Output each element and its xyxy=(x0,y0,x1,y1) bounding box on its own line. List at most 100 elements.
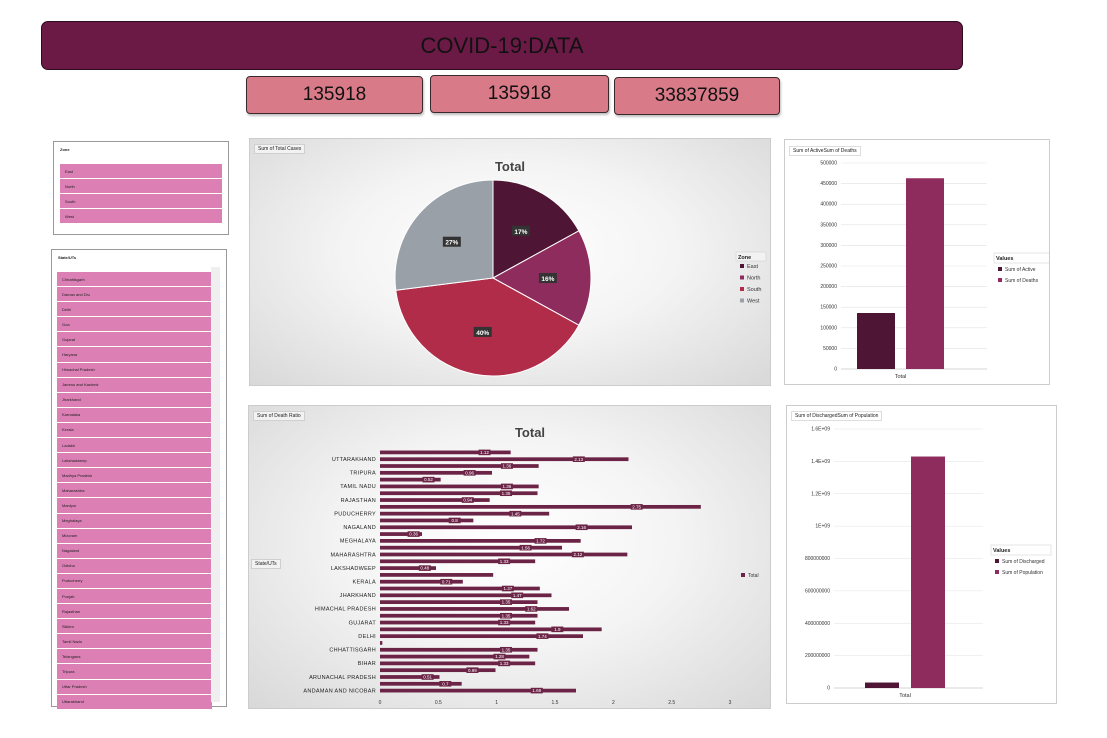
state-slicer-item[interactable]: Uttarakhand xyxy=(57,694,212,710)
state-slicer-item[interactable]: Gujarat xyxy=(57,332,212,348)
state-slicer-item[interactable]: Ladakh xyxy=(57,438,212,454)
death-ratio-bar[interactable] xyxy=(380,545,562,550)
pie-legend-item[interactable]: North xyxy=(747,276,760,282)
state-slicer-item[interactable]: Manipur xyxy=(57,498,212,514)
y-tick-label: 500000 xyxy=(820,161,837,167)
y-tick-label: 300000 xyxy=(820,243,837,249)
y-tick-label: 600000000 xyxy=(805,588,830,594)
bar-data-label: 1.35 xyxy=(502,491,511,496)
death-ratio-bar[interactable] xyxy=(380,491,538,496)
legend-swatch xyxy=(995,559,999,563)
state-slicer-item[interactable]: Tamil Nadu xyxy=(57,634,212,650)
death-ratio-bar[interactable] xyxy=(380,525,632,530)
state-slicer-item[interactable]: Lakshadweep xyxy=(57,453,212,469)
state-slicer-item[interactable]: Meghalaya xyxy=(57,513,212,529)
death-ratio-bar[interactable] xyxy=(380,627,602,632)
bar-data-label: 1.74 xyxy=(538,634,547,639)
death-ratio-bar[interactable] xyxy=(380,450,511,455)
state-slicer-item[interactable]: Tripura xyxy=(57,664,212,680)
state-slicer-item[interactable]: Himachal Pradesh xyxy=(57,362,212,378)
y-tick-label: 50000 xyxy=(823,346,837,352)
bar-sum-of-discharged[interactable] xyxy=(865,682,899,688)
bar-data-label: 2.12 xyxy=(573,552,582,557)
death-ratio-bar[interactable] xyxy=(380,593,552,598)
state-slicer-item[interactable]: Maharashtra xyxy=(57,483,212,499)
legend-swatch xyxy=(998,278,1002,282)
discharged-population-chart: 0 200000000 400000000 600000000 800000000 1E+… xyxy=(805,427,1052,699)
death-ratio-bar[interactable] xyxy=(380,484,539,489)
death-ratio-bar[interactable] xyxy=(380,620,536,625)
zone-slicer-item[interactable]: South xyxy=(60,194,222,209)
death-ratio-bar[interactable] xyxy=(380,559,536,564)
death-ratio-bar[interactable] xyxy=(380,600,538,604)
death-ratio-bar[interactable] xyxy=(380,647,538,652)
state-slicer-item[interactable]: Jammu and Kashmir xyxy=(57,377,212,393)
state-slicer-item[interactable]: Uttar Pradesh xyxy=(57,679,212,695)
state-slicer-item[interactable]: Nagaland xyxy=(57,543,212,559)
state-slicer-item[interactable]: Karnataka xyxy=(57,407,212,423)
state-slicer-item[interactable]: Kerala xyxy=(57,422,212,439)
state-slicer-item[interactable]: Telangana xyxy=(57,649,212,665)
bar-sum-of-active[interactable] xyxy=(857,313,895,369)
bar-sum-of-deaths[interactable] xyxy=(906,178,944,369)
death-ratio-bar[interactable] xyxy=(380,634,583,639)
kpi-card-deaths: 135918 xyxy=(430,75,609,113)
bar-data-label: 0.36 xyxy=(409,532,418,537)
death-ratio-bar[interactable] xyxy=(380,573,494,577)
state-slicer-item[interactable]: Haryana xyxy=(57,347,212,363)
pie-legend-item[interactable]: West xyxy=(747,299,760,305)
death-ratio-bar[interactable] xyxy=(380,457,629,462)
state-slicer-item[interactable]: Goa xyxy=(57,317,212,333)
pie-legend-item[interactable]: South xyxy=(747,287,761,293)
state-slicer-item[interactable]: Jharkhand xyxy=(57,392,212,408)
bar-data-label: 0.7 xyxy=(442,681,449,686)
death-ratio-bar[interactable] xyxy=(380,607,569,611)
death-ratio-bar[interactable] xyxy=(380,641,383,645)
y-category-label: DELHI xyxy=(358,634,376,640)
death-ratio-bar[interactable] xyxy=(380,654,530,659)
state-slicer-scrollbar[interactable] xyxy=(211,267,220,702)
death-ratio-bar[interactable] xyxy=(380,661,536,666)
death-ratio-bar[interactable] xyxy=(380,613,538,618)
legend-item[interactable]: Sum of Discharged xyxy=(1002,559,1045,565)
zone-slicer-item[interactable]: North xyxy=(60,179,222,194)
bar-sum-of-population[interactable] xyxy=(911,456,945,688)
legend-item[interactable]: Sum of Deaths xyxy=(1005,278,1039,284)
death-ratio-bar[interactable] xyxy=(380,688,576,693)
death-ratio-bar[interactable] xyxy=(380,511,550,516)
death-ratio-bar[interactable] xyxy=(380,586,540,591)
state-slicer-item[interactable]: Daman and Diu xyxy=(57,287,212,303)
pie-title: Total xyxy=(495,159,525,174)
y-tick-label: 800000000 xyxy=(805,556,830,562)
state-slicer-item[interactable]: Chhattisgarh xyxy=(57,272,212,288)
bar-data-label: 1.33 xyxy=(500,661,509,666)
active-deaths-chart-panel: Sum of Active Sum of Deaths 0 50000 100000 1… xyxy=(784,139,1050,385)
state-slicer-item[interactable]: Mizoram xyxy=(57,528,212,544)
pie-legend-item[interactable]: East xyxy=(747,264,758,270)
y-category-label: TRIPURA xyxy=(350,471,376,477)
y-tick-label: 1.6E+09 xyxy=(811,427,830,433)
legend-item[interactable]: Sum of Active xyxy=(1005,267,1036,273)
death-ratio-bar[interactable] xyxy=(380,552,628,557)
zone-slicer-item[interactable]: East xyxy=(60,164,222,179)
bar-data-label: 1.35 xyxy=(502,600,511,605)
death-ratio-legend-item[interactable]: Total xyxy=(748,573,759,579)
death-ratio-bar[interactable] xyxy=(380,539,581,543)
legend-item[interactable]: Sum of Population xyxy=(1002,570,1043,576)
zone-slicer-list: East North South West xyxy=(60,164,222,224)
state-slicer-item[interactable]: Sikkim xyxy=(57,619,212,635)
death-ratio-bar[interactable] xyxy=(380,464,539,468)
death-ratio-bar[interactable] xyxy=(380,504,701,509)
state-slicer-item[interactable]: Odisha xyxy=(57,558,212,574)
x-tick-label: 0 xyxy=(379,700,382,706)
pie-slice-west[interactable] xyxy=(394,179,494,291)
pie-data-label: 40% xyxy=(476,330,489,337)
zone-slicer-item[interactable]: West xyxy=(60,209,222,224)
state-slicer-item[interactable]: Madhya Pradesh xyxy=(57,468,212,484)
state-slicer: State/UTs Chhattisgarh Daman and Diu Delhi… xyxy=(51,249,227,710)
state-slicer-item[interactable]: Puducherry xyxy=(57,573,212,589)
y-tick-label: 100000 xyxy=(820,325,837,331)
state-slicer-item[interactable]: Rajasthan xyxy=(57,604,212,620)
state-slicer-item[interactable]: Delhi xyxy=(57,302,212,318)
state-slicer-item[interactable]: Punjab xyxy=(57,588,212,605)
